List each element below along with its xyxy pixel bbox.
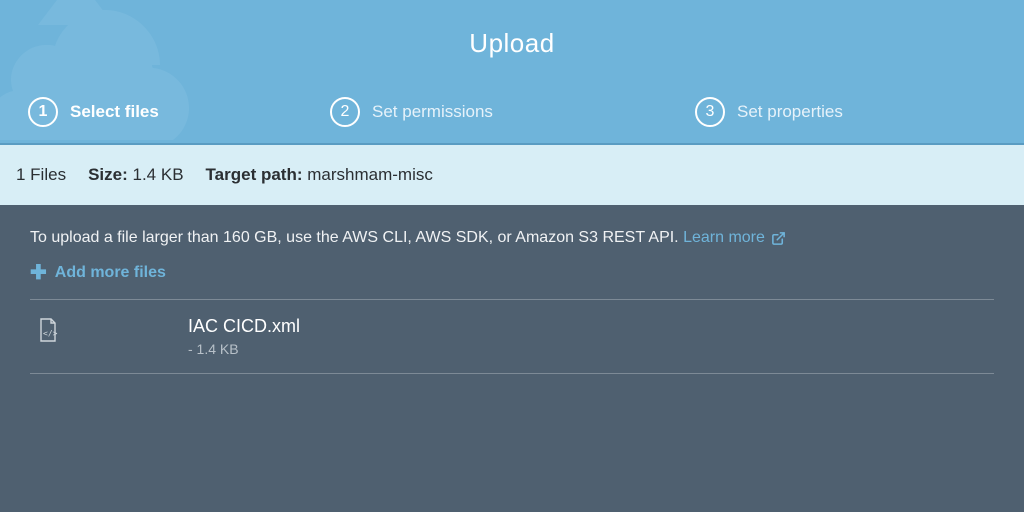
- target-value: marshmam-misc: [307, 165, 433, 184]
- file-row: </> IAC CICD.xml - 1.4 KB: [30, 300, 994, 374]
- file-count: 1 Files: [16, 165, 66, 185]
- add-more-label: Add more files: [55, 264, 166, 282]
- svg-text:</>: </>: [43, 329, 58, 338]
- step-number: 3: [695, 97, 725, 127]
- step-number: 1: [28, 97, 58, 127]
- size-value: 1.4 KB: [133, 165, 184, 184]
- file-meta: IAC CICD.xml - 1.4 KB: [188, 316, 300, 357]
- upload-hint: To upload a file larger than 160 GB, use…: [30, 229, 994, 247]
- file-type-icon: </>: [38, 316, 58, 347]
- add-more-files-button[interactable]: ✚ Add more files: [30, 263, 166, 283]
- external-link-icon: [771, 231, 786, 246]
- learn-more-link[interactable]: Learn more: [683, 229, 786, 247]
- plus-icon: ✚: [30, 263, 47, 283]
- file-size: - 1.4 KB: [188, 341, 300, 357]
- file-name: IAC CICD.xml: [188, 316, 300, 337]
- file-list: </> IAC CICD.xml - 1.4 KB: [30, 299, 994, 374]
- target-label: Target path:: [206, 165, 303, 184]
- page-title: Upload: [0, 0, 1024, 59]
- step-set-properties[interactable]: 3 Set properties: [695, 97, 843, 127]
- step-label: Set permissions: [372, 102, 493, 122]
- step-label: Set properties: [737, 102, 843, 122]
- target-kv: Target path: marshmam-misc: [206, 165, 433, 185]
- step-label: Select files: [70, 102, 159, 122]
- summary-bar: 1 Files Size: 1.4 KB Target path: marshm…: [0, 145, 1024, 205]
- upload-header: Upload 1 Select files 2 Set permissions …: [0, 0, 1024, 145]
- step-number: 2: [330, 97, 360, 127]
- wizard-steps: 1 Select files 2 Set permissions 3 Set p…: [0, 97, 1024, 127]
- hint-text: To upload a file larger than 160 GB, use…: [30, 229, 679, 246]
- size-label: Size:: [88, 165, 128, 184]
- learn-more-label: Learn more: [683, 229, 765, 247]
- step-set-permissions[interactable]: 2 Set permissions: [330, 97, 493, 127]
- body-area: To upload a file larger than 160 GB, use…: [0, 205, 1024, 512]
- step-select-files[interactable]: 1 Select files: [28, 97, 159, 127]
- size-kv: Size: 1.4 KB: [88, 165, 183, 185]
